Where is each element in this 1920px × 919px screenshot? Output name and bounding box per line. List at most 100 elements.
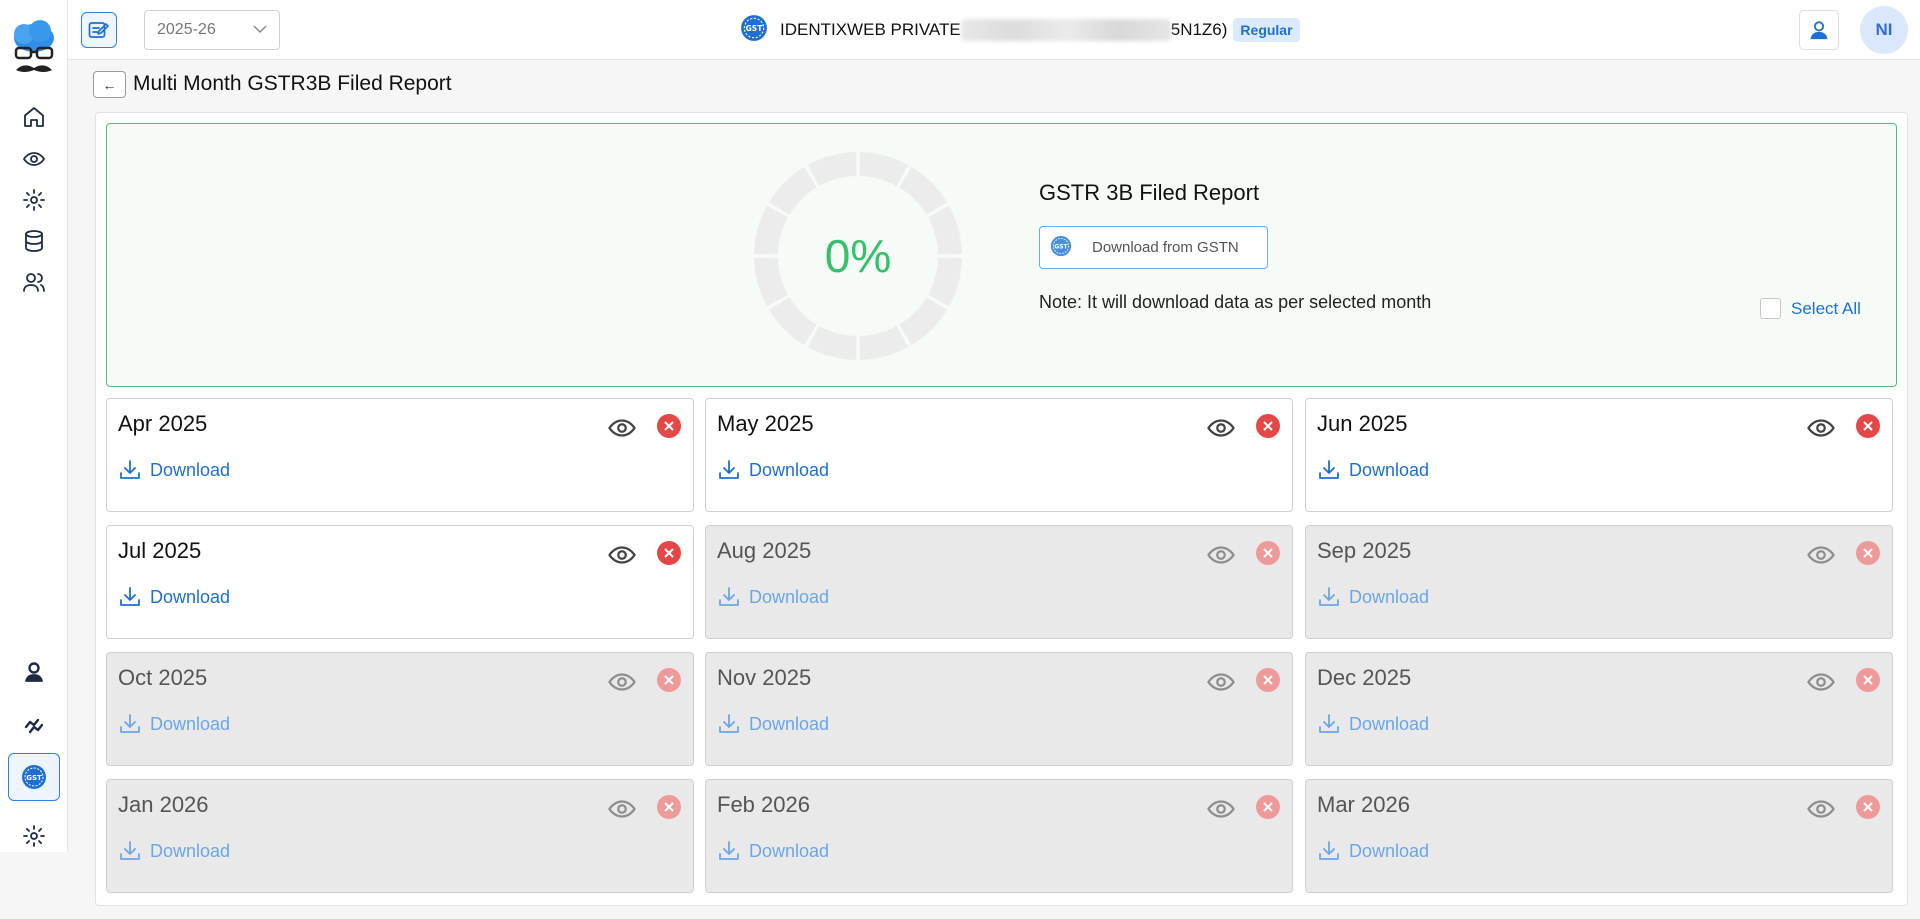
- view-eye-icon[interactable]: [1206, 540, 1236, 570]
- close-icon: [664, 802, 674, 812]
- summary-note: Note: It will download data as per selec…: [1039, 292, 1432, 312]
- month-name: Feb 2026: [717, 792, 810, 817]
- view-eye-icon[interactable]: [607, 667, 637, 697]
- gst-icon[interactable]: GST: [8, 753, 60, 801]
- company-name: IDENTIXWEB PRIVATE: [780, 20, 961, 39]
- download-link[interactable]: Download: [717, 839, 829, 863]
- download-icon: [719, 714, 739, 733]
- download-label: Download: [150, 713, 231, 734]
- view-eye-icon[interactable]: [1206, 413, 1236, 443]
- download-link[interactable]: Download: [1317, 458, 1429, 482]
- sidebar: GST: [0, 0, 68, 852]
- checkbox-box[interactable]: [1760, 298, 1781, 319]
- download-label: Download: [1349, 713, 1430, 734]
- eye-icon[interactable]: [20, 145, 48, 173]
- view-eye-icon[interactable]: [1206, 794, 1236, 824]
- progress-label: 0%: [824, 230, 892, 282]
- app-logo[interactable]: [10, 18, 58, 78]
- download-link[interactable]: Download: [1317, 712, 1429, 736]
- topbar: 2025-26 GST IDENTIXWEB PRIVATE 5N1Z6) Re…: [68, 0, 1920, 60]
- users-icon[interactable]: [20, 268, 48, 296]
- close-icon: [1263, 421, 1273, 431]
- download-link[interactable]: Download: [717, 585, 829, 609]
- view-eye-icon[interactable]: [1806, 540, 1836, 570]
- remove-button[interactable]: [657, 414, 681, 438]
- download-label: Download: [749, 713, 830, 734]
- download-link[interactable]: Download: [118, 839, 230, 863]
- month-card: Mar 2026 Download: [1305, 779, 1893, 893]
- remove-button[interactable]: [657, 795, 681, 819]
- month-card: Jun 2025 Download: [1305, 398, 1893, 512]
- view-eye-icon[interactable]: [607, 540, 637, 570]
- download-icon: [1319, 841, 1339, 860]
- financial-year-select[interactable]: 2025-26: [144, 10, 280, 50]
- download-label: Download: [150, 586, 231, 607]
- edit-menu-button[interactable]: [81, 12, 117, 48]
- download-label: Download: [1349, 840, 1430, 861]
- download-icon: [719, 841, 739, 860]
- financial-year-value: 2025-26: [157, 21, 216, 38]
- remove-button[interactable]: [1856, 668, 1880, 692]
- download-label: Download: [749, 840, 830, 861]
- download-icon: [1319, 460, 1339, 479]
- month-card: Jan 2026 Download: [106, 779, 694, 893]
- remove-button[interactable]: [1256, 541, 1280, 565]
- download-icon: [1319, 587, 1339, 606]
- download-link[interactable]: Download: [118, 712, 230, 736]
- database-icon[interactable]: [20, 227, 48, 255]
- view-eye-icon[interactable]: [1806, 413, 1836, 443]
- redacted-gstin: [960, 19, 1171, 41]
- month-card: Oct 2025 Download: [106, 652, 694, 766]
- download-icon: [120, 841, 140, 860]
- close-icon: [1863, 802, 1873, 812]
- view-eye-icon[interactable]: [1206, 667, 1236, 697]
- view-eye-icon[interactable]: [1806, 794, 1836, 824]
- home-icon[interactable]: [20, 103, 48, 131]
- month-card: Apr 2025 Download: [106, 398, 694, 512]
- gst-icon: GST: [1050, 235, 1072, 261]
- month-card: May 2025 Download: [705, 398, 1293, 512]
- view-eye-icon[interactable]: [607, 413, 637, 443]
- remove-button[interactable]: [1856, 795, 1880, 819]
- close-icon: [664, 421, 674, 431]
- remove-button[interactable]: [1256, 668, 1280, 692]
- download-from-gstn-button[interactable]: GST Download from GSTN: [1039, 226, 1268, 269]
- select-all-checkbox[interactable]: Select All: [1760, 298, 1861, 319]
- remove-button[interactable]: [1856, 541, 1880, 565]
- user-support-icon[interactable]: [20, 658, 48, 686]
- month-name: Dec 2025: [1317, 665, 1412, 690]
- view-eye-icon[interactable]: [1806, 667, 1836, 697]
- download-icon: [120, 460, 140, 479]
- settings-icon[interactable]: [20, 822, 48, 850]
- download-label: Download: [150, 840, 231, 861]
- download-icon: [120, 587, 140, 606]
- download-label: Download: [1349, 586, 1430, 607]
- view-eye-icon[interactable]: [607, 794, 637, 824]
- download-link[interactable]: Download: [717, 458, 829, 482]
- download-link[interactable]: Download: [1317, 839, 1429, 863]
- download-link[interactable]: Download: [118, 585, 230, 609]
- user-support-button[interactable]: [1799, 10, 1839, 50]
- sync-icon[interactable]: [20, 712, 48, 740]
- remove-button[interactable]: [1856, 414, 1880, 438]
- close-icon: [1863, 421, 1873, 431]
- download-link[interactable]: Download: [118, 458, 230, 482]
- month-name: Apr 2025: [118, 411, 208, 436]
- gear-icon[interactable]: [20, 186, 48, 214]
- company-gstin-suffix: 5N1Z6): [1170, 20, 1228, 39]
- svg-text:GST: GST: [746, 24, 764, 33]
- remove-button[interactable]: [657, 541, 681, 565]
- download-label: Download: [749, 459, 830, 480]
- download-link[interactable]: Download: [1317, 585, 1429, 609]
- download-icon: [1319, 714, 1339, 733]
- remove-button[interactable]: [657, 668, 681, 692]
- remove-button[interactable]: [1256, 795, 1280, 819]
- close-icon: [664, 548, 674, 558]
- remove-button[interactable]: [1256, 414, 1280, 438]
- gst-logo-icon: GST: [740, 14, 768, 47]
- avatar[interactable]: NI: [1860, 6, 1908, 54]
- close-icon: [1263, 548, 1273, 558]
- download-link[interactable]: Download: [717, 712, 829, 736]
- month-name: Jul 2025: [118, 538, 202, 563]
- back-button[interactable]: ←: [93, 71, 126, 98]
